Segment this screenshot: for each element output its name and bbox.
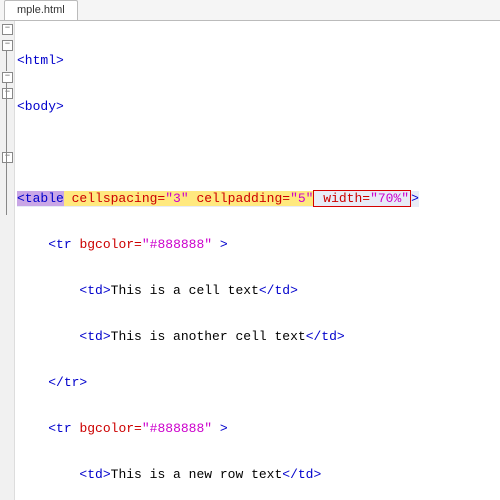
attr-value: "#888888" (142, 237, 212, 252)
attr-value: "5" (290, 191, 313, 206)
fold-toggle[interactable] (2, 24, 13, 35)
fold-toggle[interactable] (2, 40, 13, 51)
tag: </tr> (48, 375, 87, 390)
file-tab[interactable]: mple.html (4, 0, 78, 20)
text: This is a new row text (111, 467, 283, 482)
tag: > (411, 191, 419, 206)
tag: <td> (79, 329, 110, 344)
text: This is another cell text (111, 329, 306, 344)
code-line: <td>This is a cell text</td> (17, 283, 419, 299)
tag: <tr (48, 421, 79, 436)
tab-bar: mple.html (0, 0, 500, 21)
tag: <td> (79, 467, 110, 482)
code-line: <tr bgcolor="#888888" > (17, 237, 419, 253)
tag: </td> (259, 283, 298, 298)
attr-name: cellpadding= (189, 191, 290, 206)
attr-value: "3" (165, 191, 188, 206)
code-line: <td>This is another cell text</td> (17, 329, 419, 345)
text: This is a cell text (111, 283, 259, 298)
attr-name: bgcolor= (79, 237, 141, 252)
attr-name: bgcolor= (79, 421, 141, 436)
tag: > (220, 421, 228, 436)
fold-toggle[interactable] (2, 88, 13, 99)
attr-value: "#888888" (142, 421, 212, 436)
fold-gutter (0, 21, 15, 500)
attr-name: width= (315, 191, 370, 206)
tag: </td> (282, 467, 321, 482)
code-line: <td>This is a new row text</td> (17, 467, 419, 483)
editor-window: mple.html <html> <body> <table cellspaci… (0, 0, 500, 500)
tag: <td> (79, 283, 110, 298)
attr-name: cellspacing= (64, 191, 165, 206)
fold-guide (6, 51, 7, 71)
code-line (17, 145, 419, 161)
tag-table: <table (17, 191, 64, 206)
code-area[interactable]: <html> <body> <table cellspacing="3" cel… (15, 21, 419, 500)
highlighted-attr-box: width="70%" (313, 190, 411, 207)
attr-value: "70%" (370, 191, 409, 206)
code-line: <tr bgcolor="#888888" > (17, 421, 419, 437)
code-line: <html> (17, 53, 419, 69)
fold-guide (6, 83, 7, 215)
tag: <tr (48, 237, 79, 252)
tag: <body> (17, 99, 64, 114)
tag: </td> (306, 329, 345, 344)
fold-toggle[interactable] (2, 152, 13, 163)
tag: > (220, 237, 228, 252)
code-line-current: <table cellspacing="3" cellpadding="5" w… (17, 191, 419, 207)
code-line: <body> (17, 99, 419, 115)
code-line: </tr> (17, 375, 419, 391)
fold-toggle[interactable] (2, 72, 13, 83)
editor-area: <html> <body> <table cellspacing="3" cel… (0, 21, 500, 500)
tag: <html> (17, 53, 64, 68)
